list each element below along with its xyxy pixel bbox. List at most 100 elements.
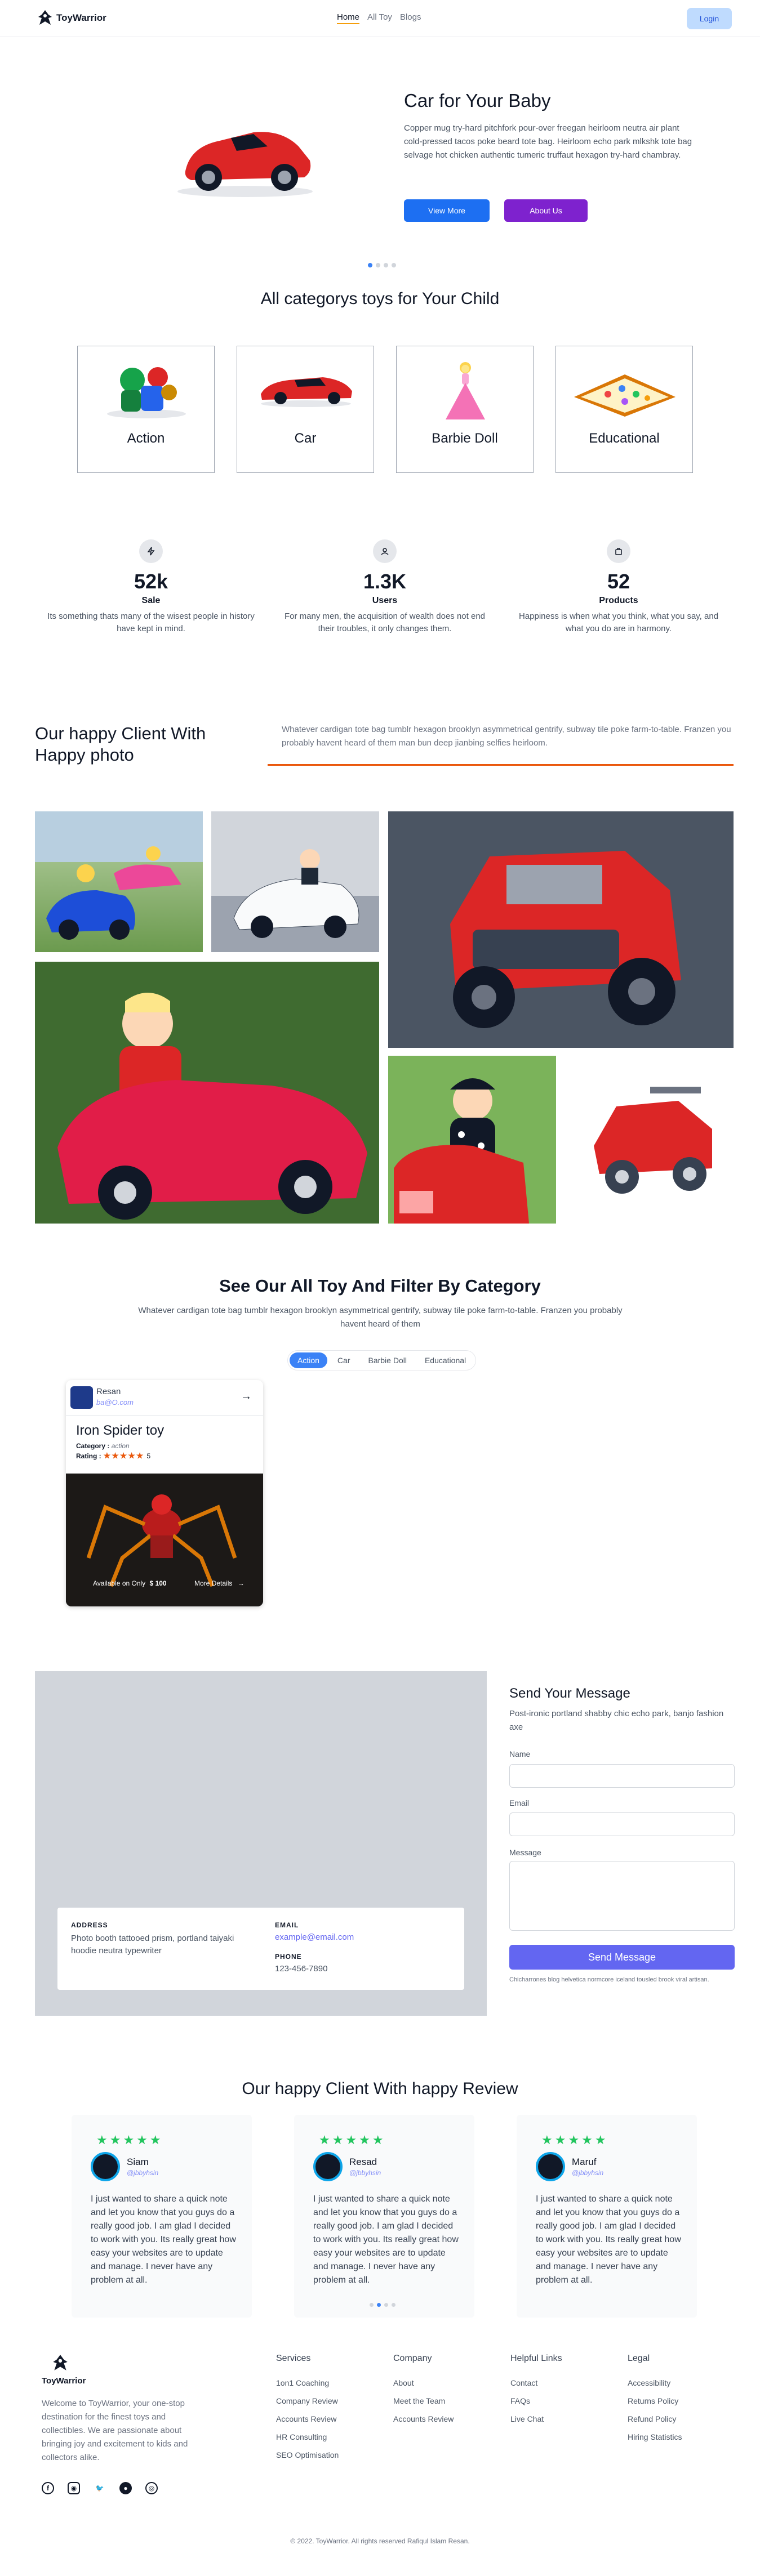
product-image: Available on Only $ 100 More Details → [66,1474,263,1606]
star-rating-icon: ★★★★★ [541,2133,608,2147]
carousel-dot-active[interactable] [368,263,372,267]
reviewer-handle: @jbbyhsin [127,2169,159,2177]
tab-car[interactable]: Car [330,1352,358,1368]
carousel-dot[interactable] [392,263,396,267]
stat-description: Happiness is when what you think, what y… [518,611,719,633]
category-tabs: Action Car Barbie Doll Educational [287,1350,477,1370]
carousel-dots [368,263,396,267]
email-field[interactable] [509,1812,735,1836]
footer-col-title: Company [393,2354,432,2363]
reviewer-name: Resad [349,2157,377,2167]
hero-image [169,107,321,203]
more-details-label: More Details [194,1579,233,1587]
avatar [91,2152,120,2181]
tab-barbie-doll[interactable]: Barbie Doll [360,1352,414,1368]
send-message-button[interactable]: Send Message [509,1945,735,1970]
carousel-dot[interactable] [370,2303,374,2307]
rating-value: 5 [146,1452,151,1460]
category-card-educational[interactable]: Educational [555,346,693,473]
more-details-link[interactable]: More Details → [194,1579,245,1587]
about-us-button[interactable]: About Us [504,199,588,222]
footer-col-title: Helpful Links [510,2354,562,2363]
availability-text: Available on Only $ 100 [93,1579,167,1587]
footer-brand: ToyWarrior [42,2376,86,2386]
footer-link[interactable]: Accounts Review [276,2414,339,2423]
login-button[interactable]: Login [687,8,732,29]
footer-col-legal: Legal Accessibility Returns Policy Refun… [628,2354,682,2450]
email-link[interactable]: example@email.com [275,1932,354,1942]
nav-link-home[interactable]: Home [337,12,360,24]
warrior-logo-icon [38,10,52,25]
warrior-logo-icon [53,2355,68,2370]
dribbble-icon[interactable]: ◎ [145,2482,158,2494]
bolt-icon [139,539,163,563]
arrow-right-icon[interactable]: → [241,1390,252,1403]
category-card-action[interactable]: Action [77,346,215,473]
footer-link[interactable]: Accounts Review [393,2414,454,2423]
nav-link-blogs[interactable]: Blogs [400,12,421,24]
category-card-car[interactable]: Car [237,346,374,473]
gallery-photo-fire-truck [566,1056,734,1224]
tab-educational[interactable]: Educational [417,1352,474,1368]
address-text: Photo booth tattooed prism, portland tai… [71,1934,234,1956]
name-field[interactable] [509,1764,735,1788]
gallery-photo-girl-red-car [388,1056,556,1224]
footer-link[interactable]: Hiring Statistics [628,2432,682,2441]
view-more-button[interactable]: View More [404,199,490,222]
footer-link[interactable]: About [393,2378,454,2387]
footer-link[interactable]: Refund Policy [628,2414,682,2423]
filter-description: Whatever cardigan tote bag tumblr hexago… [138,1306,623,1329]
tab-action[interactable]: Action [290,1352,327,1368]
star-rating-icon: ★★★★★ [96,2133,163,2147]
barbie-doll-image [446,362,485,419]
footer-link[interactable]: FAQs [510,2396,562,2405]
gallery-description: Whatever cardigan tote bag tumblr hexago… [282,725,731,748]
facebook-icon[interactable]: f [42,2482,54,2494]
users-icon [373,539,397,563]
footer-link[interactable]: Returns Policy [628,2396,682,2405]
carousel-dot[interactable] [376,263,380,267]
carousel-dot-active[interactable] [377,2303,381,2307]
footer-link[interactable]: SEO Optimisation [276,2450,339,2459]
email-field-label: Email [509,1798,530,1807]
footer-link[interactable]: Live Chat [510,2414,562,2423]
filter-title: See Our All Toy And Filter By Category [219,1276,541,1296]
footer-link[interactable]: 1on1 Coaching [276,2378,339,2387]
message-textarea[interactable] [509,1861,735,1931]
stat-value: 52k [134,570,168,593]
nav-link-all-toy[interactable]: All Toy [367,12,392,24]
footer-about: Welcome to ToyWarrior, your one-stop des… [42,2399,188,2462]
phone-text: 123-456-7890 [275,1964,328,1974]
map-area[interactable]: ADDRESS Photo booth tattooed prism, port… [35,1671,487,2016]
category-card-barbie-doll[interactable]: Barbie Doll [396,346,534,473]
category-label: Action [127,431,165,446]
github-icon[interactable]: ● [119,2482,132,2494]
product-category: Category : action [76,1442,130,1450]
form-title: Send Your Message [509,1686,630,1701]
stat-value: 52 [607,570,630,593]
phone-label: PHONE [275,1953,302,1961]
reviewer-handle: @jbbyhsin [572,2169,604,2177]
footer-link[interactable]: Company Review [276,2396,339,2405]
review-text: I just wanted to share a quick note and … [91,2194,236,2285]
footer-link[interactable]: Accessibility [628,2378,682,2387]
carousel-dot[interactable] [392,2303,395,2307]
hero-description: Copper mug try-hard pitchfork pour-over … [404,123,692,160]
footer-link[interactable]: Contact [510,2378,562,2387]
product-rating: Rating : ★★★★★ 5 [76,1451,150,1461]
available-label: Available on Only [93,1579,146,1587]
brand-logo[interactable]: ToyWarrior [37,9,106,27]
category-label: Car [294,431,317,446]
footer-link[interactable]: HR Consulting [276,2432,339,2441]
gallery-photo-red-jeep [388,811,734,1048]
avatar [536,2152,565,2181]
address-label: ADDRESS [71,1921,108,1929]
carousel-dot[interactable] [384,263,388,267]
stat-sale: 52k Sale Its something thats many of the… [44,539,258,635]
footer-logo[interactable] [52,2354,69,2376]
footer-link[interactable]: Meet the Team [393,2396,454,2405]
carousel-dot[interactable] [384,2303,388,2307]
footer-col-title: Legal [628,2354,650,2363]
twitter-icon[interactable]: 🐦 [94,2482,106,2494]
instagram-icon[interactable]: ◉ [68,2482,80,2494]
